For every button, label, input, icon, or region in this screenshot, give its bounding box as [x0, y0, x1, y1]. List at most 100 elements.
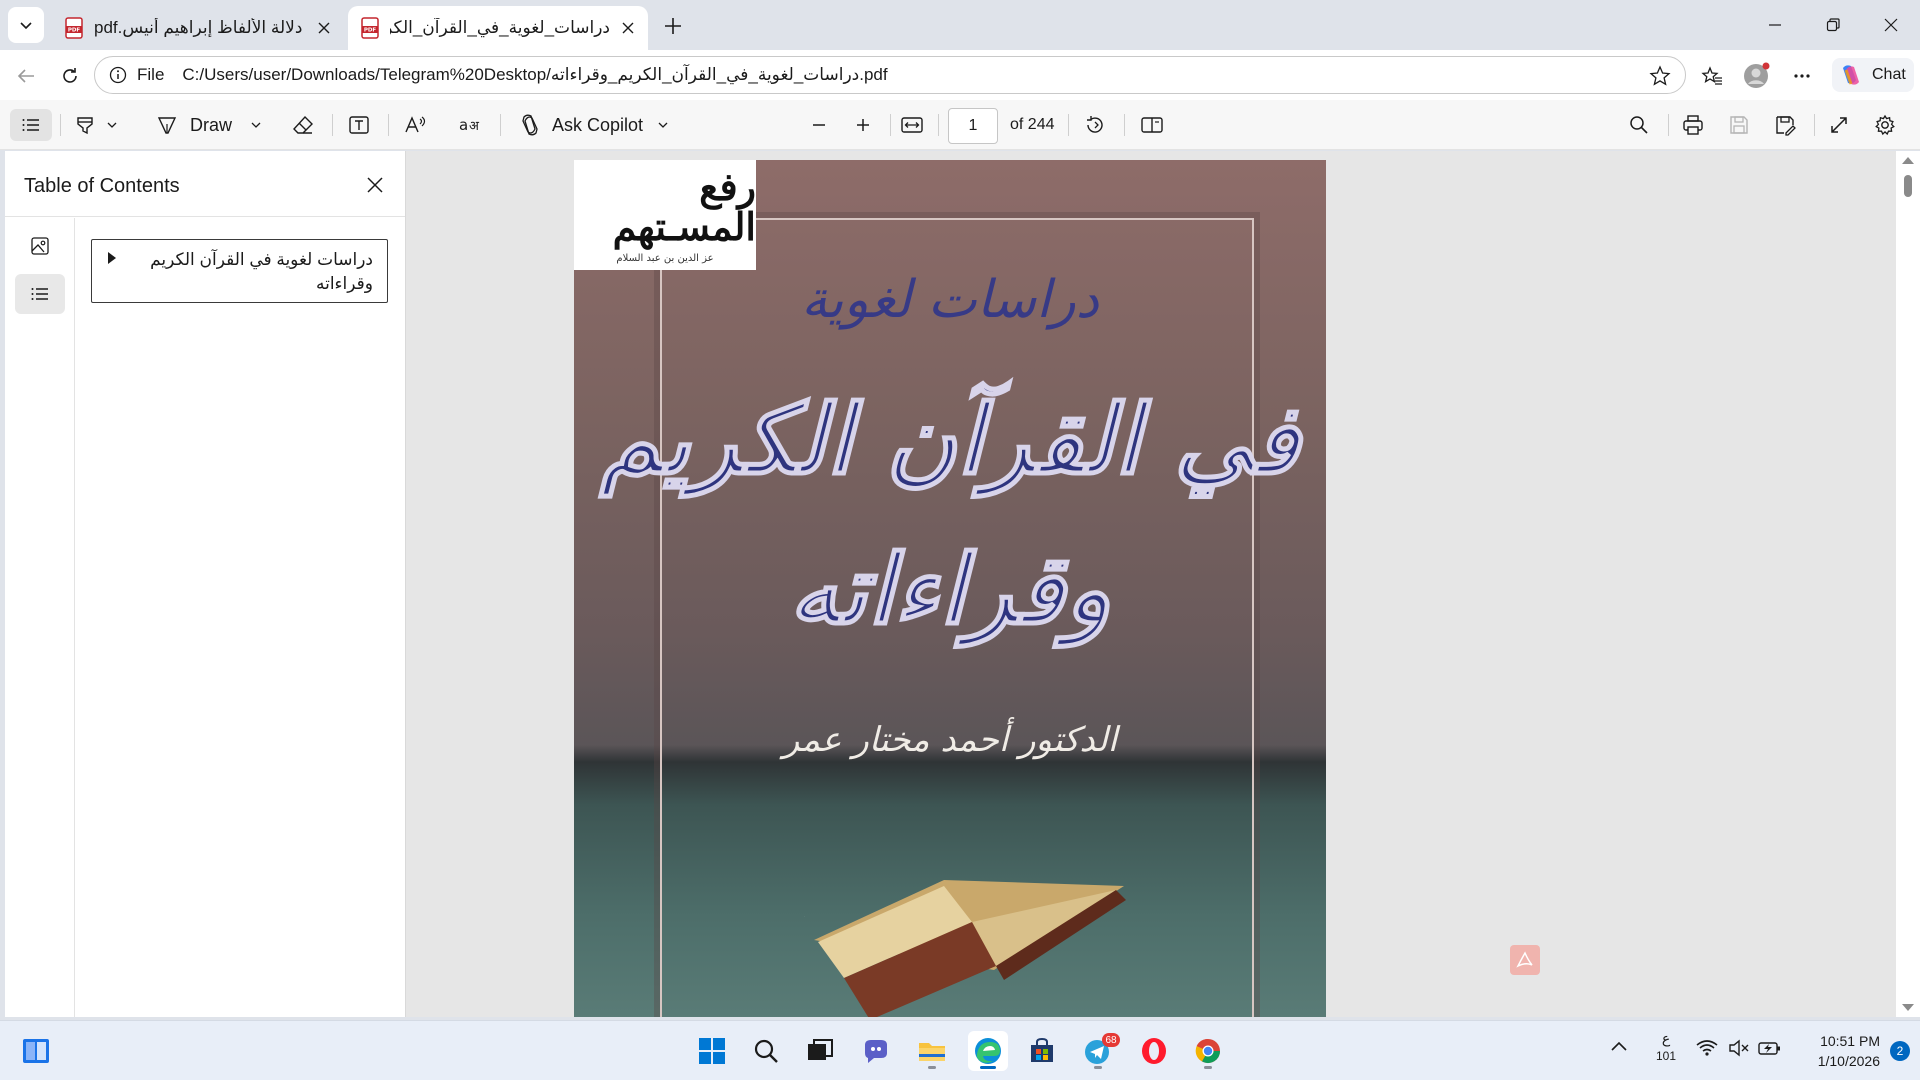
avatar — [1744, 62, 1770, 88]
copilot-chat-button[interactable]: Chat — [1832, 58, 1914, 92]
opera-button[interactable] — [1134, 1031, 1174, 1071]
stamp-subtitle: عز الدين بن عبد السلام — [616, 252, 714, 264]
url-text[interactable]: C:/Users/user/Downloads/Telegram%20Deskt… — [182, 65, 887, 85]
table-of-contents-toggle[interactable] — [10, 109, 52, 141]
chevron-down-icon[interactable] — [106, 119, 118, 131]
notification-count: 2 — [1896, 1044, 1904, 1058]
close-toc-button[interactable] — [361, 171, 389, 199]
running-indicator — [928, 1066, 936, 1069]
scroll-down-arrow-icon[interactable] — [1902, 1004, 1914, 1011]
show-hidden-icons-button[interactable] — [1610, 1039, 1628, 1056]
task-view-button[interactable] — [800, 1031, 840, 1071]
telegram-button[interactable]: 68 — [1078, 1031, 1120, 1071]
expand-icon — [1831, 117, 1847, 133]
page-view-icon — [1141, 117, 1163, 133]
widgets-button[interactable] — [16, 1031, 56, 1071]
fit-width-icon — [901, 117, 923, 133]
zoom-out-button[interactable] — [810, 109, 834, 141]
text-box-icon — [349, 116, 369, 134]
volume-button[interactable] — [1728, 1039, 1750, 1060]
notification-badge[interactable]: 2 — [1890, 1041, 1910, 1061]
save-button[interactable] — [1728, 109, 1756, 141]
toc-title: Table of Contents — [24, 175, 180, 197]
refresh-button[interactable] — [54, 60, 86, 92]
tab-1[interactable]: PDF دلالة الألفاظ إبراهيم أنيس.pdf — [52, 6, 344, 50]
acrobat-logo-icon — [1516, 951, 1533, 968]
draw-button[interactable]: Draw — [156, 109, 268, 141]
toc-header: Table of Contents — [5, 151, 405, 217]
expand-caret-icon[interactable] — [108, 252, 116, 264]
store-button[interactable] — [1022, 1031, 1062, 1071]
fullscreen-button[interactable] — [1828, 109, 1856, 141]
battery-button[interactable] — [1758, 1039, 1782, 1060]
acrobat-icon[interactable] — [1510, 945, 1540, 975]
url-scheme-label: File — [137, 65, 165, 84]
upload-stamp: رفع المسـتهم عز الدين بن عبد السلام — [574, 160, 756, 270]
highlight-button[interactable] — [74, 109, 130, 141]
favorite-star-icon[interactable] — [1649, 65, 1671, 87]
edge-button[interactable] — [968, 1031, 1008, 1071]
minimize-icon — [1769, 24, 1781, 26]
chevron-down-icon[interactable] — [250, 119, 262, 131]
draw-label: Draw — [190, 114, 233, 135]
minimize-button[interactable] — [1746, 0, 1804, 50]
pdf-page: رفع المسـتهم عز الدين بن عبد السلام دراس… — [574, 160, 1326, 1017]
zoom-in-button[interactable] — [854, 109, 878, 141]
toolbar-separator — [1124, 114, 1125, 136]
pdf-settings-button[interactable] — [1874, 109, 1902, 141]
thumbnails-view-button[interactable] — [15, 226, 65, 266]
outline-view-button[interactable] — [15, 274, 65, 314]
rotate-button[interactable] — [1084, 109, 1112, 141]
close-tab-icon[interactable] — [316, 20, 332, 36]
info-icon[interactable] — [109, 66, 127, 84]
list-icon — [31, 288, 48, 300]
document-viewport[interactable]: رفع المسـتهم عز الدين بن عبد السلام دراس… — [406, 151, 1896, 1017]
chevron-down-icon[interactable] — [657, 119, 669, 131]
address-bar[interactable]: File C:/Users/user/Downloads/Telegram%20… — [94, 56, 1686, 94]
ask-copilot-button[interactable]: Ask Copilot — [518, 109, 670, 141]
input-method-indicator[interactable]: ع 101 — [1654, 1029, 1678, 1065]
taskbar: 68 ع 101 10:51 PM 1/10/2026 2 — [0, 1020, 1920, 1080]
page-view-button[interactable] — [1140, 109, 1168, 141]
teams-button[interactable] — [856, 1031, 896, 1071]
print-button[interactable] — [1682, 109, 1710, 141]
add-text-button[interactable] — [348, 109, 376, 141]
find-button[interactable] — [1628, 109, 1656, 141]
toolbar-separator — [1068, 114, 1069, 136]
taskbar-search-button[interactable] — [746, 1031, 786, 1071]
new-tab-button[interactable] — [658, 11, 688, 41]
scrollbar-thumb[interactable] — [1904, 175, 1912, 197]
tab-title: دراسات_لغوية_في_القرآن_الكريم_وقراءاته.p… — [390, 18, 610, 37]
fit-to-width-button[interactable] — [900, 109, 928, 141]
favorites-button[interactable] — [1696, 60, 1728, 92]
page-number-input[interactable]: 1 — [948, 108, 998, 144]
restore-icon — [1826, 18, 1840, 32]
close-window-button[interactable] — [1862, 0, 1920, 50]
chrome-button[interactable] — [1188, 1031, 1228, 1071]
running-indicator — [980, 1066, 996, 1069]
running-indicator — [1094, 1066, 1102, 1069]
file-explorer-button[interactable] — [912, 1031, 952, 1071]
tab-2[interactable]: PDF دراسات_لغوية_في_القرآن_الكريم_وقراءا… — [348, 6, 648, 50]
restore-button[interactable] — [1804, 0, 1862, 50]
profile-button[interactable] — [1740, 60, 1772, 92]
scroll-up-arrow-icon[interactable] — [1902, 157, 1914, 164]
tab-actions-button[interactable] — [8, 7, 44, 43]
toc-item[interactable]: دراسات لغوية في القرآن الكريم وقراءاته — [91, 239, 388, 303]
read-aloud-button[interactable] — [404, 109, 432, 141]
toolbar-separator — [938, 114, 939, 136]
open-book-illustration — [804, 880, 1126, 1017]
back-button[interactable] — [10, 60, 42, 92]
page-number-value: 1 — [968, 117, 978, 134]
close-tab-icon[interactable] — [620, 20, 636, 36]
settings-and-more-button[interactable] — [1786, 60, 1818, 92]
network-button[interactable] — [1696, 1039, 1718, 1060]
translate-button[interactable]: aअ — [458, 109, 486, 141]
close-icon — [367, 177, 383, 193]
save-as-button[interactable] — [1774, 109, 1802, 141]
cover-title: في القرآن الكريم وقراءاته — [599, 382, 1301, 647]
erase-button[interactable] — [292, 109, 320, 141]
start-button[interactable] — [692, 1031, 732, 1071]
vertical-scrollbar[interactable] — [1896, 151, 1920, 1017]
system-clock[interactable]: 10:51 PM 1/10/2026 — [1800, 1031, 1880, 1071]
